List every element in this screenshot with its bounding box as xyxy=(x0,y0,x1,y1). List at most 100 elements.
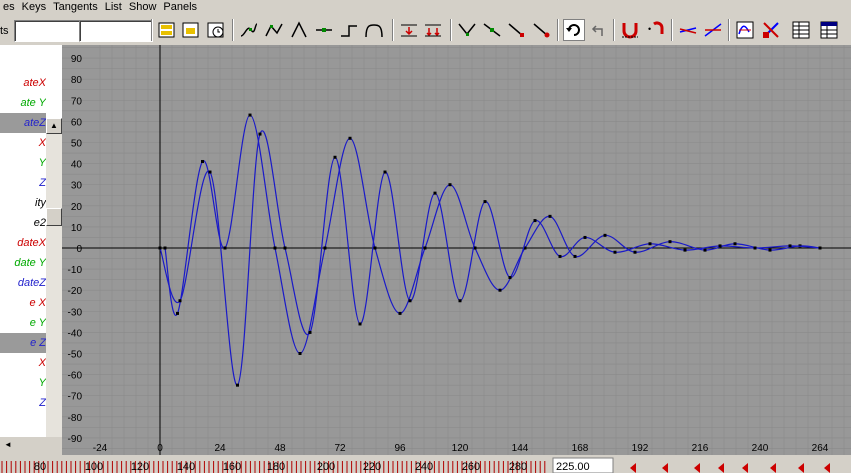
outliner-item[interactable]: dateZ xyxy=(0,273,46,293)
outliner-item[interactable]: Y xyxy=(0,153,46,173)
open-dope-sheet-button[interactable] xyxy=(734,19,756,41)
menu-edit[interactable]: es xyxy=(0,0,19,15)
x-tick-label: 0 xyxy=(157,443,163,454)
playback-icon[interactable] xyxy=(662,463,668,473)
y-tick-label: 80 xyxy=(71,75,83,86)
keyframe-point xyxy=(236,383,239,387)
outliner-item[interactable]: e X xyxy=(0,293,46,313)
open-spreadsheet-button[interactable] xyxy=(818,19,840,41)
toolbar-separator xyxy=(151,19,153,41)
time-slider[interactable]: 80 100 120 140 160 180 200 220 240 260 280 225.00 xyxy=(0,455,851,473)
toolbar-separator xyxy=(392,19,394,41)
keyframe-point xyxy=(718,244,722,248)
scroll-up-button[interactable]: ▲ xyxy=(46,118,62,134)
keyframe-point xyxy=(533,219,537,223)
normalize-icon xyxy=(679,27,697,34)
outliner-item[interactable]: e Y xyxy=(0,313,46,333)
spline-tangents-button[interactable] xyxy=(238,19,260,41)
flat-tangents-button[interactable] xyxy=(313,19,335,41)
frame-selection-button[interactable] xyxy=(180,19,202,41)
lock-tangent-weight-button[interactable] xyxy=(531,19,553,41)
menu-bar: es Keys Tangents List Show Panels xyxy=(0,0,851,15)
plateau-tangents-button[interactable] xyxy=(363,19,385,41)
outliner-item[interactable]: ateX xyxy=(0,73,46,93)
open-channel-box-button[interactable] xyxy=(790,19,812,41)
linear-tangents-button[interactable] xyxy=(288,19,310,41)
step-tangents-button[interactable] xyxy=(338,19,360,41)
keyframe-point xyxy=(178,299,182,303)
outliner-item[interactable]: ate Y xyxy=(0,93,47,113)
current-frame-value: 225.00 xyxy=(556,461,590,473)
playback-icon[interactable] xyxy=(742,463,748,473)
playback-icon[interactable] xyxy=(798,463,804,473)
outliner-item[interactable]: Y xyxy=(0,373,46,393)
menu-show[interactable]: Show xyxy=(126,0,161,15)
time-tick-label: 260 xyxy=(462,461,480,473)
y-tick-label: -40 xyxy=(68,328,83,339)
denormalize-icon xyxy=(704,23,722,37)
outliner-item[interactable]: dateX xyxy=(0,233,46,253)
outliner-item[interactable]: Z xyxy=(0,173,46,193)
playback-icon[interactable] xyxy=(694,463,700,473)
break-tangents-button[interactable] xyxy=(456,19,478,41)
outliner-item[interactable]: e2 xyxy=(0,213,46,233)
x-tick-label: 144 xyxy=(512,443,529,454)
post-infinity-button[interactable] xyxy=(587,19,609,41)
menu-tangents[interactable]: Tangents xyxy=(50,0,102,15)
playback-icon[interactable] xyxy=(824,463,830,473)
outliner-item[interactable]: ity xyxy=(0,193,46,213)
unify-tangent-icon xyxy=(483,23,501,37)
graph-view[interactable]: 90 80 70 60 50 40 30 20 10 0 -10 -20 -30 -40 -50 -60 -70… xyxy=(62,45,851,455)
scroll-left-icon[interactable]: ◄ xyxy=(4,440,12,449)
outliner-item[interactable]: e Z xyxy=(0,333,46,353)
menu-keys[interactable]: Keys xyxy=(19,0,50,15)
menu-list[interactable]: List xyxy=(102,0,126,15)
normalize-curve-button[interactable] xyxy=(677,19,699,41)
menu-panels[interactable]: Panels xyxy=(160,0,201,15)
frame-all-icon xyxy=(158,22,175,38)
playback-icon[interactable] xyxy=(718,463,724,473)
keyframe-point xyxy=(753,246,757,250)
magnet-load-icon: • xyxy=(648,21,664,34)
trax-editor-icon xyxy=(763,22,779,38)
buffer-curve-swap-button[interactable] xyxy=(422,19,444,41)
buffer-snapshot-icon xyxy=(401,24,417,37)
outliner-item[interactable]: X xyxy=(0,133,46,153)
outliner-item[interactable]: ateZ xyxy=(0,113,46,133)
pre-infinity-cycle-button[interactable] xyxy=(563,19,585,41)
keyframe-point xyxy=(508,276,512,280)
frame-playback-button[interactable] xyxy=(205,19,227,41)
keyframe-point xyxy=(158,246,162,250)
open-trax-editor-button[interactable] xyxy=(760,19,782,41)
undo-arrow-icon xyxy=(591,25,603,36)
keyframe-point xyxy=(448,183,452,187)
frame-all-button[interactable] xyxy=(156,19,178,41)
keyframe-point xyxy=(573,254,577,258)
stats-value-field[interactable] xyxy=(79,20,153,42)
graph-editor-toolbar: ts • xyxy=(0,15,851,46)
outliner-scrollbar[interactable]: ▲ ▼ xyxy=(46,118,62,445)
buffer-curve-snapshot-button[interactable] xyxy=(398,19,420,41)
flat-tangent-icon xyxy=(316,28,332,32)
y-tick-label: -30 xyxy=(68,307,83,318)
playback-icon[interactable] xyxy=(770,463,776,473)
outliner-item[interactable]: X xyxy=(0,353,46,373)
stats-time-field[interactable] xyxy=(14,20,82,42)
keyframe-point xyxy=(373,246,377,250)
y-tick-label: -20 xyxy=(68,286,83,297)
clamped-tangents-button[interactable] xyxy=(263,19,285,41)
auto-load-button[interactable] xyxy=(619,19,641,41)
scroll-thumb[interactable] xyxy=(46,208,62,226)
outliner-hscroll[interactable]: ◄ xyxy=(0,437,62,455)
unify-tangents-button[interactable] xyxy=(481,19,503,41)
outliner-item[interactable]: date Y xyxy=(0,253,46,273)
time-tick-label: 220 xyxy=(363,461,381,473)
keyframe-point xyxy=(818,246,822,250)
playback-icon[interactable] xyxy=(630,463,636,473)
outliner-item[interactable]: Z xyxy=(0,393,46,413)
free-tangent-weight-button[interactable] xyxy=(506,19,528,41)
denormalize-curve-button[interactable] xyxy=(702,19,724,41)
keyframe-point xyxy=(483,200,487,204)
load-from-selection-button[interactable]: • xyxy=(645,19,667,41)
y-tick-label: -70 xyxy=(68,392,83,403)
